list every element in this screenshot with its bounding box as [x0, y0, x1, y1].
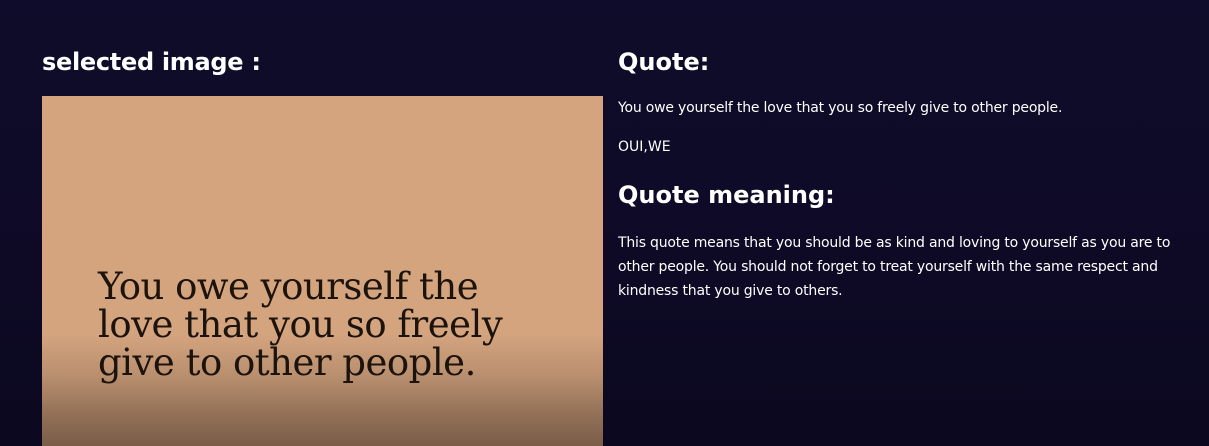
selected-image-heading: selected image : [42, 48, 261, 76]
image-quote-text: You owe yourself the love that you so fr… [98, 265, 503, 384]
quote-author: OUI,WE [618, 139, 671, 155]
quote-meaning-heading: Quote meaning: [618, 181, 835, 209]
quote-text: You owe yourself the love that you so fr… [618, 100, 1063, 116]
quote-meaning-text: This quote means that you should be as k… [618, 235, 1171, 299]
quote-heading: Quote: [618, 48, 710, 76]
app-page: selected image : You owe yourself the lo… [0, 0, 1209, 446]
selected-image: You owe yourself the love that you so fr… [42, 96, 603, 446]
